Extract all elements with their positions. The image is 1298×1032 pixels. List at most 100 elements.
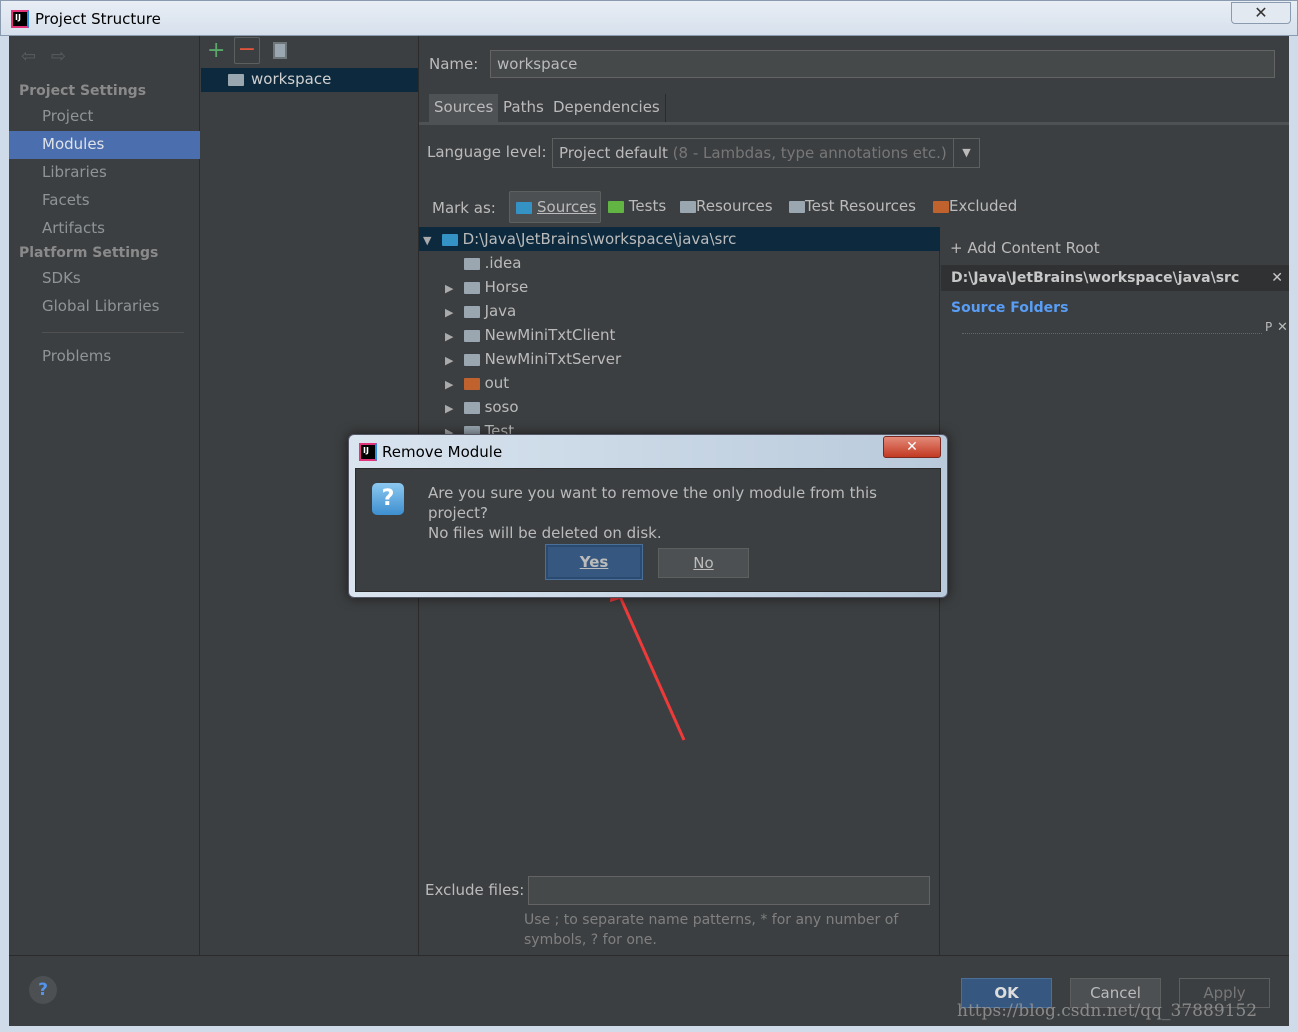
sidebar-selection bbox=[9, 131, 200, 159]
dialog-close-button[interactable]: ✕ bbox=[883, 436, 941, 458]
dialog-message-line2: No files will be deleted on disk. bbox=[428, 524, 662, 542]
tree-item[interactable]: ▶ NewMiniTxtClient bbox=[419, 323, 940, 347]
watermark: https://blog.csdn.net/qq_37889152 bbox=[957, 1001, 1258, 1021]
expand-arrow-icon[interactable]: ▶ bbox=[445, 277, 459, 301]
dialog-message: Are you sure you want to remove the only… bbox=[428, 483, 940, 543]
back-arrow-icon[interactable]: ⇦ bbox=[21, 46, 36, 67]
tree-item[interactable]: ▶ Horse bbox=[419, 275, 940, 299]
expand-arrow-icon[interactable]: ▶ bbox=[445, 397, 459, 421]
sidebar-item-facets[interactable]: Facets bbox=[42, 191, 90, 209]
sidebar-item-sdks[interactable]: SDKs bbox=[42, 269, 81, 287]
mark-sources-button[interactable]: Sources bbox=[509, 191, 601, 223]
language-level-value: Project default bbox=[559, 144, 668, 162]
module-item-workspace[interactable]: workspace bbox=[201, 68, 418, 92]
sidebar-item-libraries[interactable]: Libraries bbox=[42, 163, 107, 181]
question-icon: ? bbox=[372, 483, 404, 515]
forward-arrow-icon[interactable]: ⇨ bbox=[51, 46, 66, 67]
mark-excluded-label: Excluded bbox=[949, 197, 1018, 215]
properties-icon[interactable]: P bbox=[1265, 320, 1272, 334]
add-icon[interactable]: + bbox=[207, 38, 225, 64]
module-name: workspace bbox=[251, 70, 332, 88]
plus-icon: + bbox=[950, 239, 963, 257]
help-icon[interactable]: ? bbox=[29, 976, 57, 1004]
sidebar-item-artifacts[interactable]: Artifacts bbox=[42, 219, 105, 237]
divider bbox=[42, 332, 184, 333]
mark-excluded-button[interactable]: Excluded bbox=[933, 197, 1017, 215]
window-close-button[interactable]: ✕ bbox=[1231, 2, 1291, 24]
tree-item-label: Java bbox=[484, 302, 517, 320]
platform-settings-header: Platform Settings bbox=[19, 245, 159, 261]
tree-item[interactable]: ▶ soso bbox=[419, 395, 940, 419]
tree-item[interactable]: .idea bbox=[419, 251, 940, 275]
tab-sources[interactable]: Sources bbox=[429, 94, 500, 122]
title-bar: IJ Project Structure ✕ bbox=[0, 0, 1298, 36]
remove-source-folder-icon[interactable]: ✕ bbox=[1277, 320, 1288, 335]
name-label: Name: bbox=[429, 55, 479, 73]
exclude-files-hint: Use ; to separate name patterns, * for a… bbox=[524, 912, 899, 948]
tree-item-label: NewMiniTxtServer bbox=[484, 350, 622, 368]
intellij-logo-icon: IJ bbox=[359, 443, 377, 461]
intellij-logo-icon: IJ bbox=[11, 10, 29, 28]
copy-icon[interactable] bbox=[273, 42, 287, 59]
tree-root-label: D:\Java\JetBrains\workspace\java\src bbox=[462, 230, 737, 248]
exclude-files-input[interactable] bbox=[528, 876, 930, 905]
expand-arrow-icon[interactable]: ▼ bbox=[423, 229, 437, 253]
window-title: Project Structure bbox=[35, 10, 161, 28]
tree-item-label: NewMiniTxtClient bbox=[484, 326, 616, 344]
sidebar-item-project[interactable]: Project bbox=[42, 107, 93, 125]
mark-test-resources-label: Test Resources bbox=[805, 197, 916, 215]
tree-item[interactable]: ▶ out bbox=[419, 371, 940, 395]
mark-tests-button[interactable]: Tests bbox=[608, 197, 666, 215]
chevron-down-icon: ▼ bbox=[953, 139, 979, 167]
sources-folder-icon bbox=[516, 202, 532, 214]
mark-test-resources-button[interactable]: Test Resources bbox=[789, 197, 916, 215]
no-button[interactable]: No bbox=[658, 548, 749, 578]
tree-root[interactable]: ▼ D:\Java\JetBrains\workspace\java\src bbox=[419, 227, 940, 251]
tab-dependencies[interactable]: Dependencies bbox=[548, 94, 666, 122]
yes-button[interactable]: Yes bbox=[546, 545, 642, 579]
tree-item[interactable]: ▶ Java bbox=[419, 299, 940, 323]
mark-resources-button[interactable]: Resources bbox=[680, 197, 773, 215]
excluded-folder-icon bbox=[933, 200, 949, 213]
module-folder-icon bbox=[228, 74, 244, 86]
dialog-title: Remove Module bbox=[382, 443, 503, 461]
dialog-body: ? Are you sure you want to remove the on… bbox=[355, 468, 941, 592]
tree-item-label: Horse bbox=[484, 278, 529, 296]
remove-module-button[interactable]: − bbox=[234, 37, 260, 64]
tree-item-label: .idea bbox=[484, 254, 522, 272]
language-level-label: Language level: bbox=[427, 143, 547, 161]
tree-item[interactable]: ▶ NewMiniTxtServer bbox=[419, 347, 940, 371]
tests-folder-icon bbox=[608, 200, 624, 213]
tree-item-label: soso bbox=[484, 398, 519, 416]
folder-icon bbox=[463, 377, 480, 390]
footer-divider bbox=[9, 955, 1289, 956]
tab-underline bbox=[419, 122, 1289, 125]
resources-folder-icon bbox=[680, 200, 696, 213]
mark-tests-label: Tests bbox=[628, 197, 667, 215]
mark-sources-label: Sources bbox=[537, 198, 597, 216]
content-root-path: D:\Java\JetBrains\workspace\java\src bbox=[951, 270, 1240, 286]
add-content-root-button[interactable]: + Add Content Root bbox=[950, 239, 1100, 257]
folder-icon bbox=[463, 329, 480, 342]
tree-item-label: out bbox=[484, 374, 510, 392]
source-folder-entry bbox=[962, 333, 1262, 334]
expand-arrow-icon[interactable]: ▶ bbox=[445, 349, 459, 373]
folder-icon bbox=[463, 257, 480, 270]
sidebar-item-modules[interactable]: Modules bbox=[42, 135, 104, 153]
expand-arrow-icon[interactable]: ▶ bbox=[445, 373, 459, 397]
folder-icon bbox=[463, 281, 480, 294]
language-level-select[interactable]: Project default (8 - Lambdas, type annot… bbox=[552, 138, 980, 168]
remove-module-dialog: IJ Remove Module ✕ ? Are you sure you wa… bbox=[348, 434, 948, 598]
expand-arrow-icon[interactable]: ▶ bbox=[445, 325, 459, 349]
sidebar: ⇦ ⇨ Project Settings Project Modules Lib… bbox=[9, 36, 200, 955]
name-input[interactable] bbox=[490, 50, 1275, 78]
sidebar-item-problems[interactable]: Problems bbox=[42, 347, 111, 365]
content-root-header: D:\Java\JetBrains\workspace\java\src ✕ bbox=[941, 265, 1289, 291]
project-settings-header: Project Settings bbox=[19, 83, 147, 99]
expand-arrow-icon[interactable]: ▶ bbox=[445, 301, 459, 325]
remove-content-root-icon[interactable]: ✕ bbox=[1271, 265, 1283, 291]
dialog-message-line1: Are you sure you want to remove the only… bbox=[428, 484, 877, 522]
folder-icon bbox=[463, 401, 480, 414]
tab-paths[interactable]: Paths bbox=[498, 94, 550, 122]
sidebar-item-global-libraries[interactable]: Global Libraries bbox=[42, 297, 159, 315]
